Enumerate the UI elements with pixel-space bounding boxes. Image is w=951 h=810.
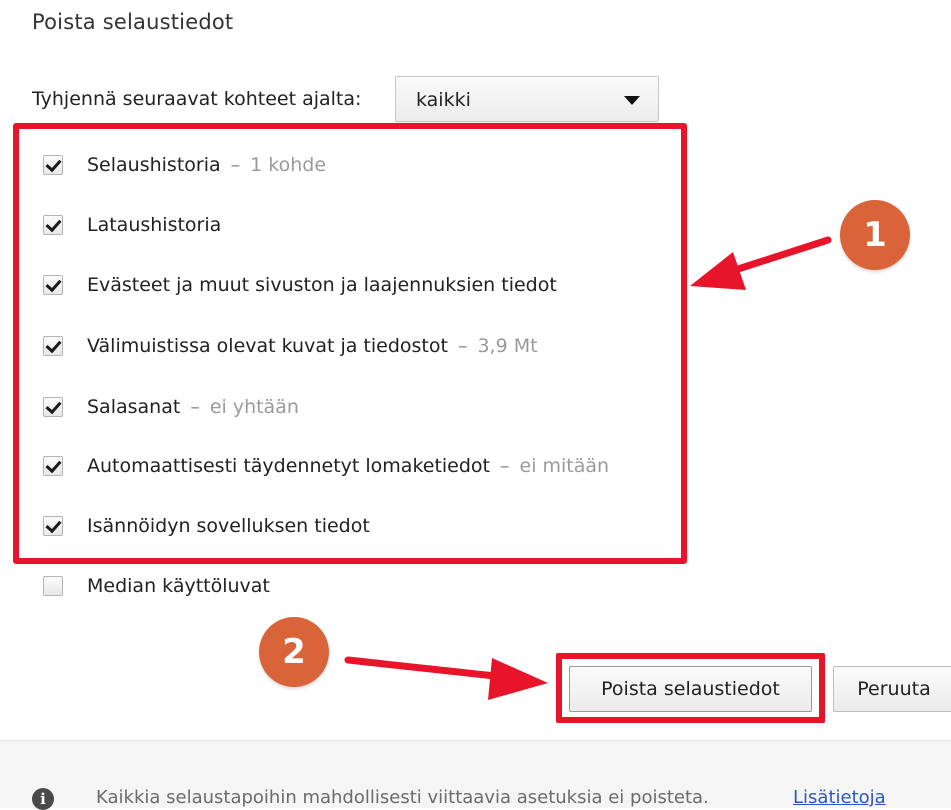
arrow-to-items	[690, 236, 832, 290]
annotation-badge-2: 2	[259, 617, 329, 687]
annotation-arrows	[344, 236, 832, 700]
arrow-to-clear-button	[344, 656, 548, 700]
learn-more-link[interactable]: Lisätietoja	[793, 787, 886, 808]
footer-text: Kaikkia selaustapoihin mahdollisesti vii…	[96, 787, 709, 808]
info-footer: i Kaikkia selaustapoihin mahdollisesti v…	[0, 740, 951, 810]
annotation-badge-1: 1	[840, 200, 910, 270]
